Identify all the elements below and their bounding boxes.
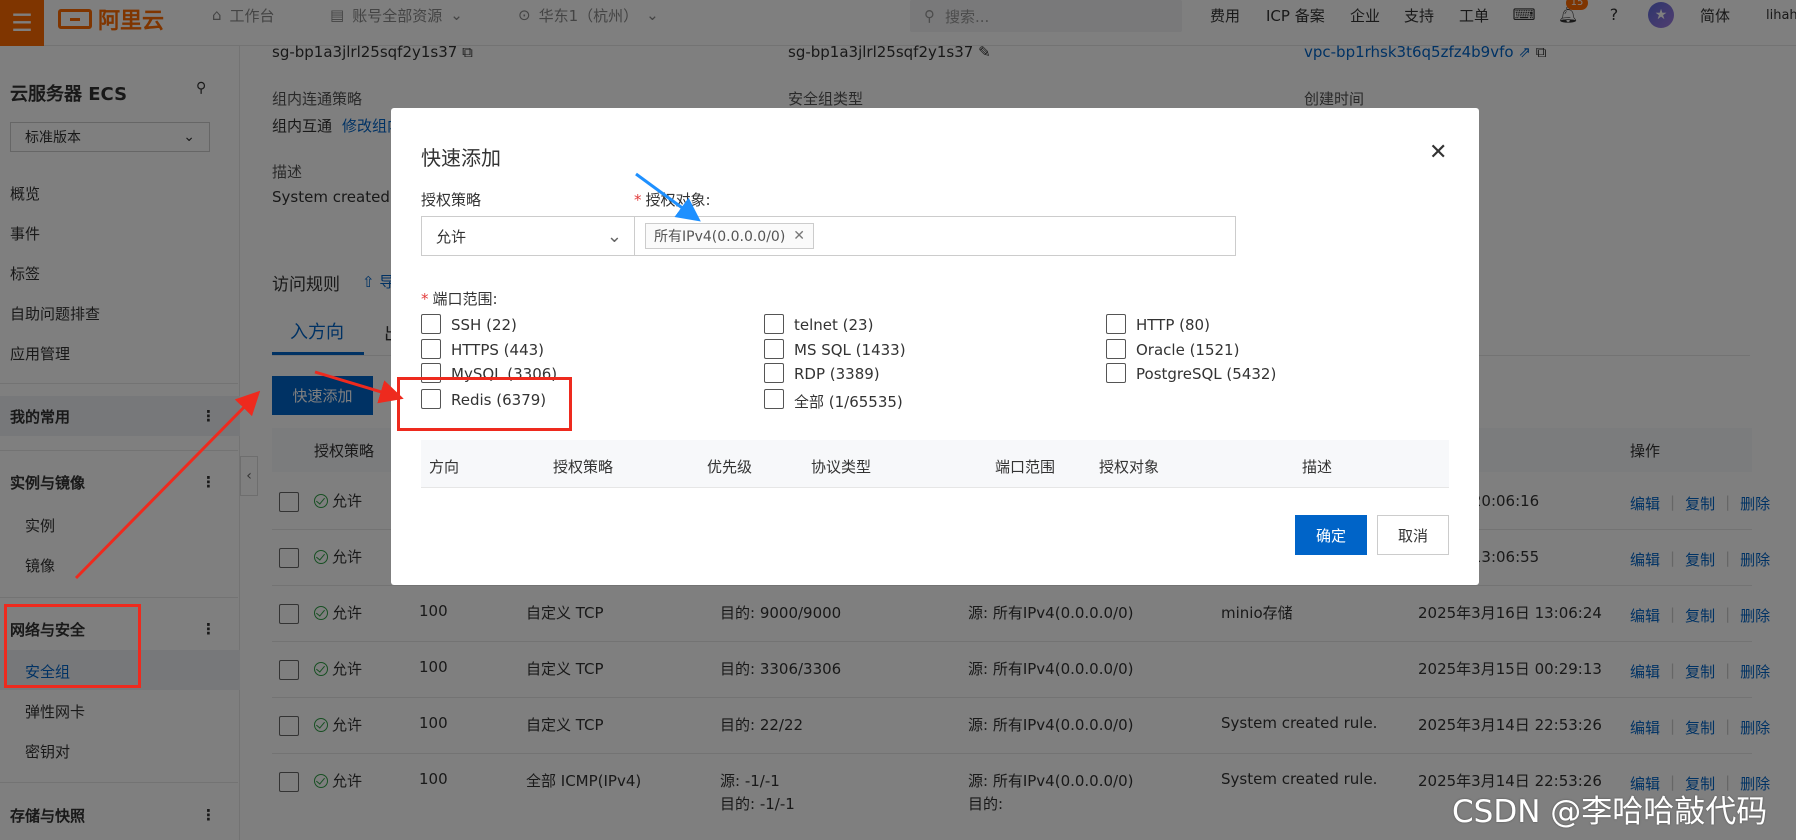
- annotation-arrows: [74, 172, 701, 580]
- watermark: CSDN @李哈哈敲代码: [1452, 794, 1768, 830]
- blue-arrow-to-target: [635, 172, 701, 222]
- red-arrow-to-quick-add: [74, 390, 261, 580]
- red-arrow-to-redis: [314, 370, 404, 404]
